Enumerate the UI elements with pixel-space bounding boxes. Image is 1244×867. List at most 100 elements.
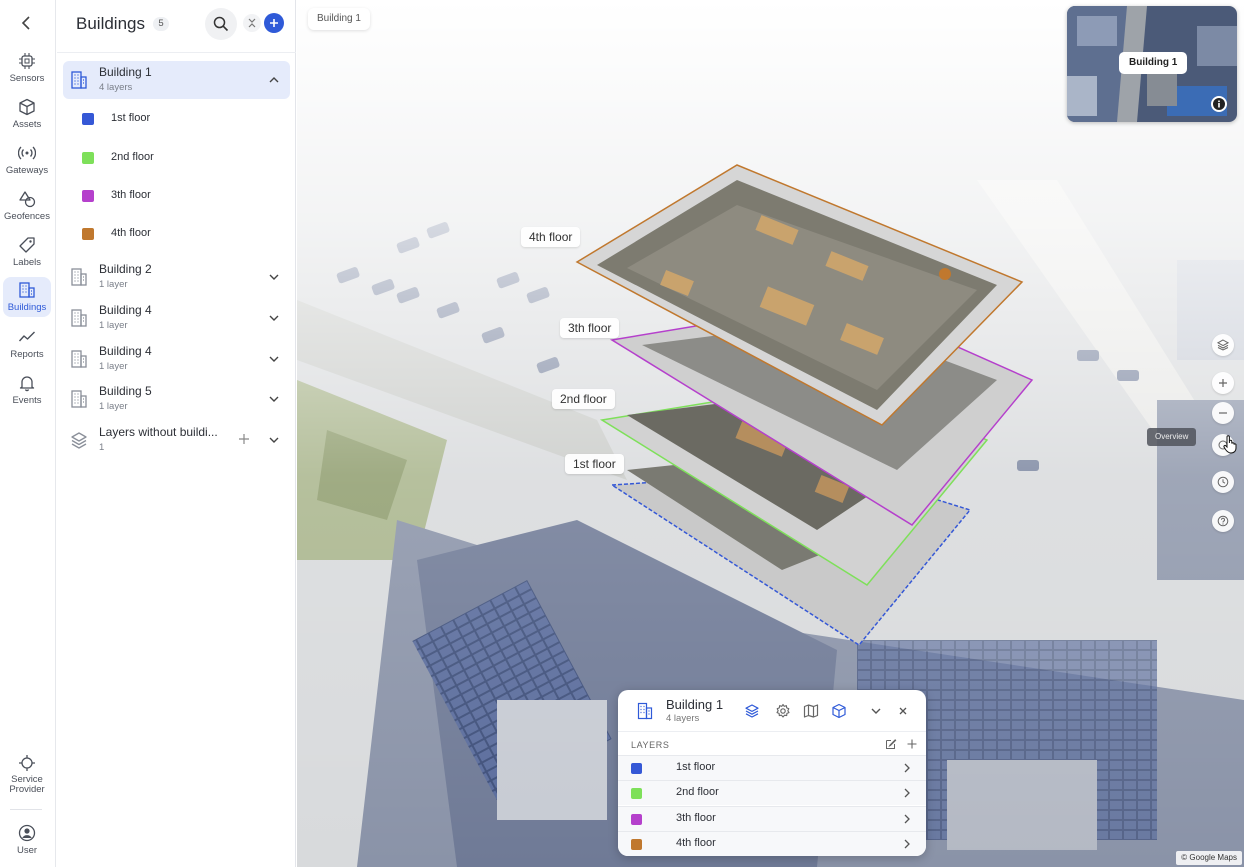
building-icon: [19, 282, 35, 298]
antenna-icon: [18, 146, 36, 160]
layer-name: 4th floor: [676, 837, 716, 849]
settings-icon[interactable]: [775, 703, 791, 719]
buildings-panel: Buildings 5 Building 1 4 layers 1st floo…: [57, 0, 296, 867]
building-row[interactable]: Building 4 1 layer: [63, 299, 290, 337]
layers-icon: [1217, 339, 1229, 351]
nav-label: Reports: [10, 349, 44, 360]
minimap[interactable]: Building 1: [1067, 6, 1237, 122]
zoom-in-button[interactable]: [1212, 372, 1234, 394]
building-row[interactable]: Building 5 1 layer: [63, 380, 290, 418]
cube-icon[interactable]: [831, 703, 847, 719]
building-name: Layers without buildi...: [99, 425, 218, 439]
chevron-right-icon: [904, 839, 910, 849]
layer-row[interactable]: 2nd floor: [618, 780, 926, 805]
chip-icon: [19, 53, 35, 69]
building-layer-count: 4 layers: [99, 82, 133, 93]
floor-tag[interactable]: 3th floor: [560, 318, 620, 338]
zoom-out-button[interactable]: [1212, 402, 1234, 424]
collapse-all-button[interactable]: [243, 14, 261, 32]
nav-buildings[interactable]: Buildings: [3, 277, 51, 317]
floor-item[interactable]: 2nd floor: [81, 148, 281, 168]
building-row[interactable]: Building 1 4 layers: [63, 61, 290, 99]
floor-item[interactable]: 4th floor: [81, 224, 281, 244]
building-name: Building 4: [99, 344, 152, 358]
chevron-right-icon: [904, 763, 910, 773]
edit-icon[interactable]: [885, 738, 897, 750]
search-button[interactable]: [205, 8, 237, 40]
nav-labels[interactable]: Labels: [3, 232, 51, 276]
clock-icon: [1217, 476, 1229, 488]
nav-label: Events: [12, 395, 42, 406]
floor-name: 2nd floor: [111, 151, 154, 163]
layer-color-swatch: [631, 839, 642, 850]
close-icon[interactable]: [895, 703, 911, 719]
building-row[interactable]: Building 4 1 layer: [63, 340, 290, 378]
chevron-up-icon[interactable]: [267, 73, 281, 87]
chevron-down-icon[interactable]: [267, 392, 281, 406]
layer-name: 2nd floor: [676, 786, 719, 798]
nav-events[interactable]: Events: [3, 370, 51, 414]
nav-user[interactable]: User: [3, 820, 51, 864]
layer-name: 1st floor: [676, 761, 716, 773]
line-chart-icon: [18, 331, 35, 342]
breadcrumb[interactable]: Building 1: [308, 8, 370, 30]
collapse-icon: [248, 18, 256, 28]
nav-gateways[interactable]: Gateways: [3, 140, 51, 184]
layers-icon[interactable]: [744, 703, 760, 719]
nav-reports[interactable]: Reports: [3, 324, 51, 368]
floor-item[interactable]: 1st floor: [81, 109, 281, 129]
add-building-button[interactable]: [264, 13, 284, 33]
building-icon: [637, 702, 653, 720]
layer-color-swatch: [631, 763, 642, 774]
floor-tag[interactable]: 4th floor: [521, 227, 581, 247]
nav-service-provider[interactable]: Service Provider: [3, 750, 51, 800]
floor-item[interactable]: 3th floor: [81, 186, 281, 206]
building-layer-count: 1 layer: [99, 361, 128, 372]
layers-control-button[interactable]: [1212, 334, 1234, 356]
map-icon[interactable]: [803, 703, 819, 719]
layer-row[interactable]: 1st floor: [618, 755, 926, 780]
building-name: Building 4: [99, 303, 152, 317]
help-icon: [1217, 515, 1229, 527]
floor-color-swatch: [82, 113, 94, 125]
hand-cursor-icon: [1223, 435, 1237, 454]
chevron-down-icon[interactable]: [267, 352, 281, 366]
map-viewport[interactable]: Building 1 Building 1 4th floor 3th floo…: [297, 0, 1244, 867]
building-name: Building 1: [99, 65, 152, 79]
building-icon: [71, 309, 87, 327]
add-layer-icon[interactable]: [906, 738, 918, 750]
layers-without-building-row[interactable]: Layers without buildi... 1: [63, 421, 290, 459]
nav-assets[interactable]: Assets: [3, 94, 51, 138]
layer-row[interactable]: 4th floor: [618, 831, 926, 856]
building-name: Building 5: [99, 384, 152, 398]
plus-icon[interactable]: [238, 433, 250, 445]
nav-sensors[interactable]: Sensors: [3, 48, 51, 92]
building-layer-count: 1: [99, 442, 105, 453]
chevron-down-icon[interactable]: [868, 703, 884, 719]
plus-icon: [270, 19, 278, 27]
map-attribution: © Google Maps: [1176, 851, 1242, 865]
floor-tag[interactable]: 1st floor: [565, 454, 624, 474]
layer-row[interactable]: 3th floor: [618, 806, 926, 831]
back-icon[interactable]: [14, 10, 40, 36]
help-button[interactable]: [1212, 510, 1234, 532]
nav-geofences[interactable]: Geofences: [3, 186, 51, 230]
nav-divider: [10, 809, 42, 810]
building-row[interactable]: Building 2 1 layer: [63, 258, 290, 296]
building-icon: [71, 350, 87, 368]
search-icon: [213, 16, 229, 32]
floor-color-swatch: [82, 228, 94, 240]
building-name: Building 2: [99, 262, 152, 276]
panel-header: Buildings 5: [57, 0, 296, 53]
floor-tag[interactable]: 2nd floor: [552, 389, 615, 409]
chevron-down-icon[interactable]: [267, 433, 281, 447]
info-icon[interactable]: [1211, 96, 1227, 112]
nav-label: Gateways: [5, 165, 49, 176]
floor-name: 1st floor: [111, 112, 151, 124]
layer-color-swatch: [631, 814, 642, 825]
chevron-down-icon[interactable]: [267, 311, 281, 325]
bell-icon: [19, 376, 35, 392]
history-button[interactable]: [1212, 471, 1234, 493]
chevron-down-icon[interactable]: [267, 270, 281, 284]
user-avatar-icon: [18, 824, 36, 842]
